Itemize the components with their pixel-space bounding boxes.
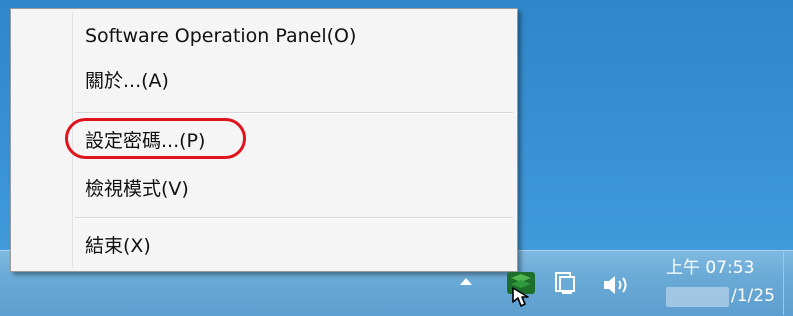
menu-separator (75, 217, 513, 219)
context-menu: Software Operation Panel(O) 關於...(A) 設定密… (10, 8, 518, 272)
menu-item-label: 設定密碼...(P) (85, 129, 206, 152)
network-icon[interactable] (552, 270, 582, 298)
menu-item-label: 檢視模式(V) (85, 177, 189, 200)
show-hidden-icons-arrow[interactable] (460, 278, 472, 285)
menu-item-label: 結束(X) (85, 234, 151, 257)
menu-item-set-password[interactable]: 設定密碼...(P) (13, 122, 515, 156)
menu-item-about[interactable]: 關於...(A) (13, 62, 515, 96)
menu-separator (75, 112, 513, 114)
scanner-tray-icon[interactable] (498, 266, 546, 310)
volume-icon[interactable] (600, 272, 634, 298)
clock-date-redacted (666, 287, 729, 307)
menu-item-view-mode[interactable]: 檢視模式(V) (13, 170, 515, 204)
show-desktop-button[interactable] (783, 250, 793, 315)
clock-time[interactable]: 上午 07:53 (666, 253, 754, 278)
menu-item-label: Software Operation Panel(O) (85, 25, 357, 47)
clock-date[interactable]: /1/25 (731, 286, 775, 306)
menu-item-software-operation-panel[interactable]: Software Operation Panel(O) (13, 19, 515, 53)
menu-item-exit[interactable]: 結束(X) (13, 227, 515, 261)
menu-item-label: 關於...(A) (85, 69, 169, 92)
